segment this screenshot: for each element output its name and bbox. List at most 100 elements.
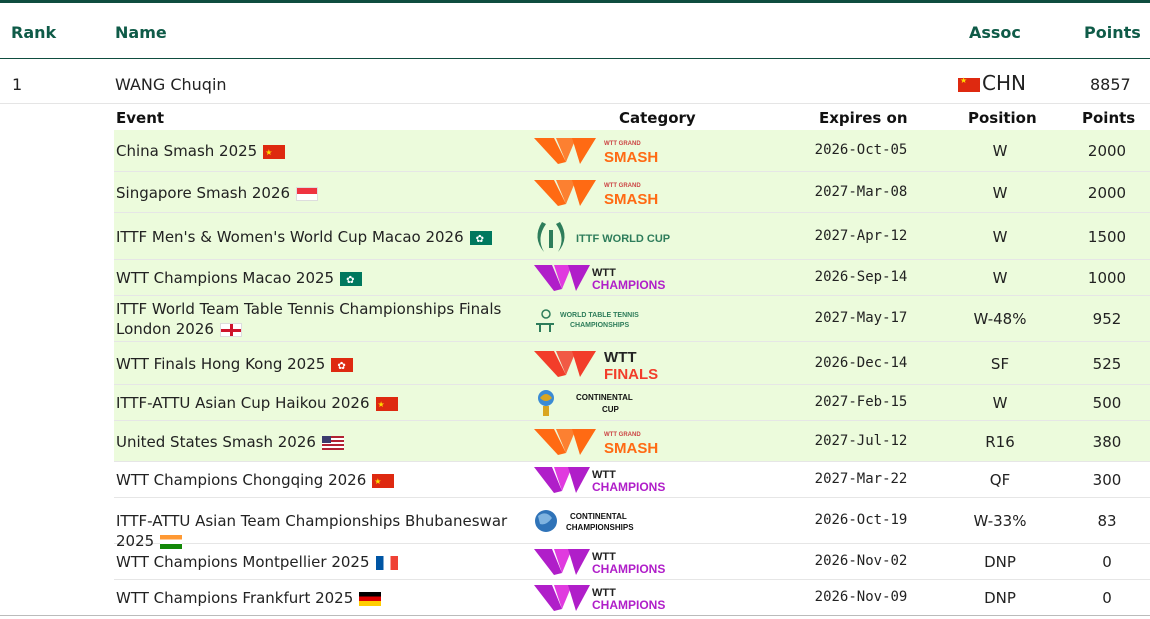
event-points: 525 — [1092, 355, 1122, 373]
position-col-header: Position — [968, 109, 1037, 127]
logo-big-text: CHAMPIONSHIPS — [570, 322, 629, 329]
event-points: 380 — [1092, 433, 1122, 451]
smash-logo: WTT GRAND SMASH — [532, 176, 672, 208]
logo-big-text: CUP — [602, 405, 620, 414]
event-row[interactable]: WTT Champions Chongqing 2026 WTT CHAMPIO… — [114, 462, 1150, 498]
finals-logo: WTT FINALS — [532, 347, 672, 383]
player-name[interactable]: WANG Chuqin — [115, 75, 227, 94]
logo-big-text: ITTF WORLD CUP — [576, 233, 670, 245]
deu-flag-icon — [359, 591, 382, 606]
assoc-code: CHN — [982, 71, 1026, 95]
player-rank: 1 — [12, 75, 23, 94]
event-row[interactable]: WTT Champions Montpellier 2025 WTT CHAMP… — [114, 544, 1150, 580]
china-flag-icon — [958, 76, 980, 92]
event-name[interactable]: United States Smash 2026 — [116, 432, 526, 452]
position: W — [992, 228, 1008, 246]
event-points: 1000 — [1087, 269, 1127, 287]
event-name-text[interactable]: WTT Champions Frankfurt 2025 — [116, 589, 353, 607]
logo-small-text: CONTINENTAL — [576, 393, 633, 402]
position: W — [992, 394, 1008, 412]
event-row[interactable]: ITTF-ATTU Asian Team Championships Bhuba… — [114, 498, 1150, 550]
event-row[interactable]: United States Smash 2026 WTT GRAND SMASH… — [114, 421, 1150, 462]
logo-big-text: CHAMPIONS — [592, 480, 665, 494]
chn-flag-icon — [263, 144, 286, 159]
contcup-logo: CONTINENTAL CUP — [532, 386, 672, 418]
event-row[interactable]: WTT Champions Macao 2025 WTT CHAMPIONS 2… — [114, 260, 1150, 296]
expires-on: 2027-Mar-22 — [814, 471, 908, 487]
events-subheader: Event Category Expires on Position Point… — [114, 104, 1150, 129]
logo-small-text: WTT — [604, 349, 636, 366]
event-name[interactable]: ITTF World Team Table Tennis Championshi… — [116, 299, 526, 339]
rank-header: Rank — [11, 23, 57, 42]
event-name-text[interactable]: ITTF Men's & Women's World Cup Macao 202… — [116, 228, 464, 246]
event-row[interactable]: WTT Finals Hong Kong 2025 WTT FINALS 202… — [114, 342, 1150, 385]
position: W — [992, 142, 1008, 160]
event-name-text[interactable]: WTT Champions Montpellier 2025 — [116, 553, 370, 571]
position: QF — [989, 471, 1011, 489]
event-row[interactable]: Singapore Smash 2026 WTT GRAND SMASH 202… — [114, 172, 1150, 213]
event-name[interactable]: ITTF-ATTU Asian Cup Haikou 2026 — [116, 393, 526, 413]
event-name[interactable]: WTT Finals Hong Kong 2025 — [116, 354, 526, 374]
event-name-text[interactable]: WTT Champions Macao 2025 — [116, 269, 334, 287]
event-row[interactable]: ITTF World Team Table Tennis Championshi… — [114, 296, 1150, 342]
event-points: 300 — [1092, 471, 1122, 489]
category-col-header: Category — [619, 109, 696, 127]
player-assoc: CHN — [958, 71, 1026, 95]
logo-big-text: FINALS — [604, 366, 658, 381]
logo-big-text: SMASH — [604, 440, 658, 457]
rankings-header: Rank Name Assoc Points — [0, 4, 1150, 59]
position: W-33% — [973, 512, 1027, 530]
logo-big-text: SMASH — [604, 191, 658, 208]
event-name[interactable]: Singapore Smash 2026 — [116, 183, 526, 203]
contchamp-logo: CONTINENTAL CHAMPIONSHIPS — [532, 504, 672, 536]
hkg-flag-icon — [331, 357, 354, 372]
event-name-text[interactable]: China Smash 2025 — [116, 142, 257, 160]
position: R16 — [985, 433, 1015, 451]
event-name-text[interactable]: ITTF-ATTU Asian Cup Haikou 2026 — [116, 394, 370, 412]
logo-small-text: WTT GRAND — [604, 141, 641, 147]
position: W-48% — [973, 310, 1027, 328]
expires-on: 2026-Oct-05 — [814, 142, 908, 158]
expires-on: 2027-May-17 — [814, 310, 908, 326]
event-name-text[interactable]: United States Smash 2026 — [116, 433, 316, 451]
expires-on: 2027-Jul-12 — [814, 433, 908, 449]
event-name-text[interactable]: WTT Champions Chongqing 2026 — [116, 471, 366, 489]
expires-on: 2027-Mar-08 — [814, 184, 908, 200]
smash-logo: WTT GRAND SMASH — [532, 134, 672, 166]
eng-flag-icon — [219, 322, 242, 337]
expires-on: 2026-Nov-09 — [814, 589, 908, 605]
event-name-text[interactable]: ITTF World Team Table Tennis Championshi… — [116, 300, 501, 338]
logo-small-text: WTT GRAND — [604, 432, 641, 438]
event-name[interactable]: WTT Champions Macao 2025 — [116, 268, 526, 288]
event-points: 1500 — [1087, 228, 1127, 246]
event-points: 2000 — [1087, 184, 1127, 202]
logo-big-text: CHAMPIONS — [592, 562, 665, 576]
event-row[interactable]: China Smash 2025 WTT GRAND SMASH 2026-Oc… — [114, 130, 1150, 172]
event-points: 952 — [1092, 310, 1122, 328]
player-points: 8857 — [1090, 75, 1131, 94]
mac-flag-icon — [469, 230, 492, 245]
event-name[interactable]: WTT Champions Frankfurt 2025 — [116, 588, 526, 608]
event-name[interactable]: WTT Champions Montpellier 2025 — [116, 552, 526, 572]
table-bottom-border — [0, 615, 1150, 616]
chn-flag-icon — [375, 396, 398, 411]
event-row[interactable]: ITTF-ATTU Asian Cup Haikou 2026 CONTINEN… — [114, 385, 1150, 421]
champions-logo: WTT CHAMPIONS — [532, 261, 672, 293]
position: DNP — [984, 589, 1016, 607]
event-name[interactable]: ITTF Men's & Women's World Cup Macao 202… — [116, 227, 526, 247]
logo-big-text: CHAMPIONSHIPS — [566, 523, 634, 532]
event-name[interactable]: China Smash 2025 — [116, 141, 526, 161]
event-name-text[interactable]: Singapore Smash 2026 — [116, 184, 290, 202]
assoc-header: Assoc — [969, 23, 1021, 42]
event-row[interactable]: ITTF Men's & Women's World Cup Macao 202… — [114, 213, 1150, 260]
champions-logo: WTT CHAMPIONS — [532, 581, 672, 613]
smash-logo: WTT GRAND SMASH — [532, 425, 672, 457]
player-row[interactable]: 1 WANG Chuqin CHN 8857 — [0, 59, 1150, 104]
position: W — [992, 269, 1008, 287]
logo-small-text: WORLD TABLE TENNIS — [560, 312, 639, 319]
expires-on: 2026-Nov-02 — [814, 553, 908, 569]
event-name[interactable]: WTT Champions Chongqing 2026 — [116, 470, 526, 490]
wttc-logo: WORLD TABLE TENNIS CHAMPIONSHIPS — [532, 302, 672, 334]
event-row[interactable]: WTT Champions Frankfurt 2025 WTT CHAMPIO… — [114, 580, 1150, 616]
event-name-text[interactable]: WTT Finals Hong Kong 2025 — [116, 355, 325, 373]
